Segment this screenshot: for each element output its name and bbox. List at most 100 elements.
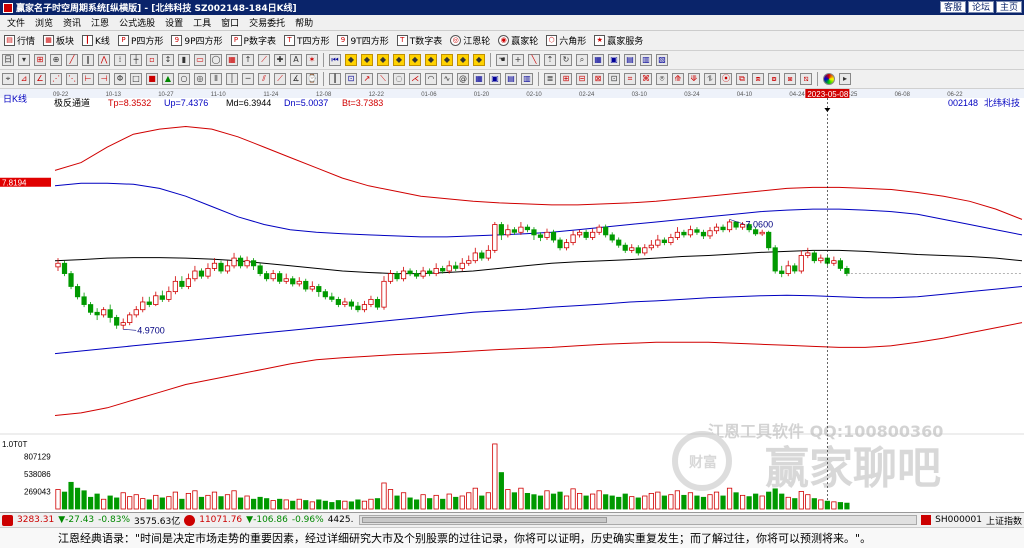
draw-line-icon[interactable]: ╲ — [528, 54, 540, 66]
p-square-button[interactable]: P P四方形 — [114, 34, 167, 47]
red-line-icon[interactable]: ⟍ — [377, 73, 389, 85]
diamond-icon-3[interactable]: ◆ — [377, 54, 389, 66]
search-icon[interactable]: ⌕ — [576, 54, 588, 66]
grid-view-icon[interactable]: ▦ — [592, 54, 604, 66]
channel-icon[interactable]: ⫽ — [258, 73, 270, 85]
9p-square-button[interactable]: 9 9P四方形 — [167, 34, 226, 47]
indicator-icon-16[interactable]: ⧆ — [784, 73, 796, 85]
forum-link[interactable]: 论坛 — [967, 1, 994, 13]
gann-angle-icon[interactable]: ⟋ — [258, 54, 270, 66]
indicator-icon-10[interactable]: ⟱ — [688, 73, 700, 85]
parallel-icon[interactable]: ∥ — [82, 54, 94, 66]
menu-settings[interactable]: 设置 — [160, 16, 188, 29]
diamond-icon-2[interactable]: ◆ — [361, 54, 373, 66]
indicator-icon-2[interactable]: ⊞ — [560, 73, 572, 85]
box-line-icon[interactable]: ⊡ — [345, 73, 357, 85]
box-icon[interactable]: □ — [130, 73, 142, 85]
green-icon[interactable]: ▲ — [162, 73, 174, 85]
gann-icon-4[interactable]: ⋱ — [66, 73, 78, 85]
p-table-button[interactable]: P P数字表 — [227, 34, 280, 47]
angle-icon[interactable]: ∡ — [290, 73, 302, 85]
wave-icon[interactable]: ∿ — [441, 73, 453, 85]
gann-icon-5[interactable]: ⊢ — [82, 73, 94, 85]
text-icon[interactable]: A — [290, 54, 302, 66]
menu-news[interactable]: 资讯 — [58, 16, 86, 29]
kline-chart[interactable]: 09-22 10-13 10-27 11-10 11-24 12-08 12-22 01-06… — [0, 89, 1024, 512]
panel-icon[interactable]: ▧ — [656, 54, 668, 66]
first-page-icon[interactable]: ⏮ — [329, 54, 341, 66]
indicator-icon-3[interactable]: ⊟ — [576, 73, 588, 85]
dropdown-icon[interactable]: ▾ — [18, 54, 30, 66]
square-icon[interactable]: ■ — [146, 73, 158, 85]
gann-icon-1[interactable]: ⊿ — [18, 73, 30, 85]
menu-file[interactable]: 文件 — [2, 16, 30, 29]
menu-trade[interactable]: 交易委托 — [244, 16, 290, 29]
cursor-icon[interactable]: ┃ — [329, 73, 341, 85]
kline-button[interactable]: ┃ K线 — [78, 34, 114, 47]
t-table-button[interactable]: T T数字表 — [393, 34, 447, 47]
refresh-icon[interactable]: ↻ — [560, 54, 572, 66]
more-icon[interactable]: ▸ — [839, 73, 851, 85]
fan-line-icon[interactable]: ⋌ — [409, 73, 421, 85]
indicator-icon-14[interactable]: ⧈ — [752, 73, 764, 85]
menu-gann[interactable]: 江恩 — [86, 16, 114, 29]
horizontal-line-icon[interactable]: ─ — [242, 73, 254, 85]
customer-service-link[interactable]: 客服 — [939, 1, 966, 13]
gann-icon-2[interactable]: ∠ — [34, 73, 46, 85]
winner-wheel-button[interactable]: ◉ 赢家轮 — [494, 34, 542, 47]
hexagon-button[interactable]: ⬡ 六角形 — [542, 34, 590, 47]
arc-icon[interactable]: ◠ — [425, 73, 437, 85]
bar-icon[interactable]: ▮ — [178, 54, 190, 66]
target-icon[interactable]: ◎ — [194, 73, 206, 85]
zoom-icon[interactable]: ⊕ — [50, 54, 62, 66]
menu-formula[interactable]: 公式选股 — [114, 16, 160, 29]
diamond-icon-6[interactable]: ◆ — [425, 54, 437, 66]
hand-icon[interactable]: ☚ — [496, 54, 508, 66]
gann-icon-3[interactable]: ⋰ — [50, 73, 62, 85]
homepage-link[interactable]: 主页 — [995, 1, 1022, 13]
menu-help[interactable]: 帮助 — [290, 16, 318, 29]
indicator-icon-17[interactable]: ⧅ — [800, 73, 812, 85]
calendar-icon[interactable]: 日 — [2, 54, 14, 66]
indicator-icon-5[interactable]: ⊡ — [608, 73, 620, 85]
diamond-icon-9[interactable]: ◆ — [473, 54, 485, 66]
spiral-icon[interactable]: @ — [457, 73, 469, 85]
view-icon-2[interactable]: ▣ — [489, 73, 501, 85]
indicator-icon-9[interactable]: ⟰ — [672, 73, 684, 85]
indicator-icon-4[interactable]: ⊠ — [592, 73, 604, 85]
fib-icon[interactable]: Φ — [114, 73, 126, 85]
time-icon[interactable]: ⌚ — [306, 73, 318, 85]
indicator-icon-11[interactable]: ⥮ — [704, 73, 716, 85]
indicator-icon-15[interactable]: ⧇ — [768, 73, 780, 85]
indicator-icon-6[interactable]: ⌗ — [624, 73, 636, 85]
indicator-icon-1[interactable]: ≣ — [544, 73, 556, 85]
scroll-thumb[interactable] — [362, 517, 607, 523]
menu-browse[interactable]: 浏览 — [30, 16, 58, 29]
menu-tools[interactable]: 工具 — [188, 16, 216, 29]
diamond-icon-7[interactable]: ◆ — [441, 54, 453, 66]
select-icon[interactable]: ⌖ — [2, 73, 14, 85]
diamond-icon-5[interactable]: ◆ — [409, 54, 421, 66]
view-icon-4[interactable]: ▥ — [521, 73, 533, 85]
up-arrow-icon[interactable]: ⇡ — [544, 54, 556, 66]
ellipse-icon[interactable]: ◯ — [210, 54, 222, 66]
diamond-icon-8[interactable]: ◆ — [457, 54, 469, 66]
ring-icon[interactable]: ◌ — [393, 73, 405, 85]
indicator-icon-13[interactable]: ⧉ — [736, 73, 748, 85]
view-icon-1[interactable]: ▦ — [473, 73, 485, 85]
horizontal-scrollbar[interactable] — [359, 515, 918, 525]
table-icon[interactable]: ▥ — [640, 54, 652, 66]
t-square-button[interactable]: T T四方形 — [280, 34, 334, 47]
view-icon-3[interactable]: ▤ — [505, 73, 517, 85]
circle-icon[interactable]: ○ — [178, 73, 190, 85]
cycle-icon[interactable]: ⁞ — [114, 54, 126, 66]
right-index-name[interactable]: 上证指数 — [984, 514, 1024, 527]
trend-icon[interactable]: ⟋ — [274, 73, 286, 85]
diamond-icon-4[interactable]: ◆ — [393, 54, 405, 66]
indicator-icon-12[interactable]: ⦿ — [720, 73, 732, 85]
red-arrow-icon[interactable]: ↗ — [361, 73, 373, 85]
rect-icon[interactable]: ▭ — [194, 54, 206, 66]
stepper-icon[interactable]: ↕ — [162, 54, 174, 66]
diamond-icon-1[interactable]: ◆ — [345, 54, 357, 66]
grid-icon[interactable]: ▦ — [226, 54, 238, 66]
